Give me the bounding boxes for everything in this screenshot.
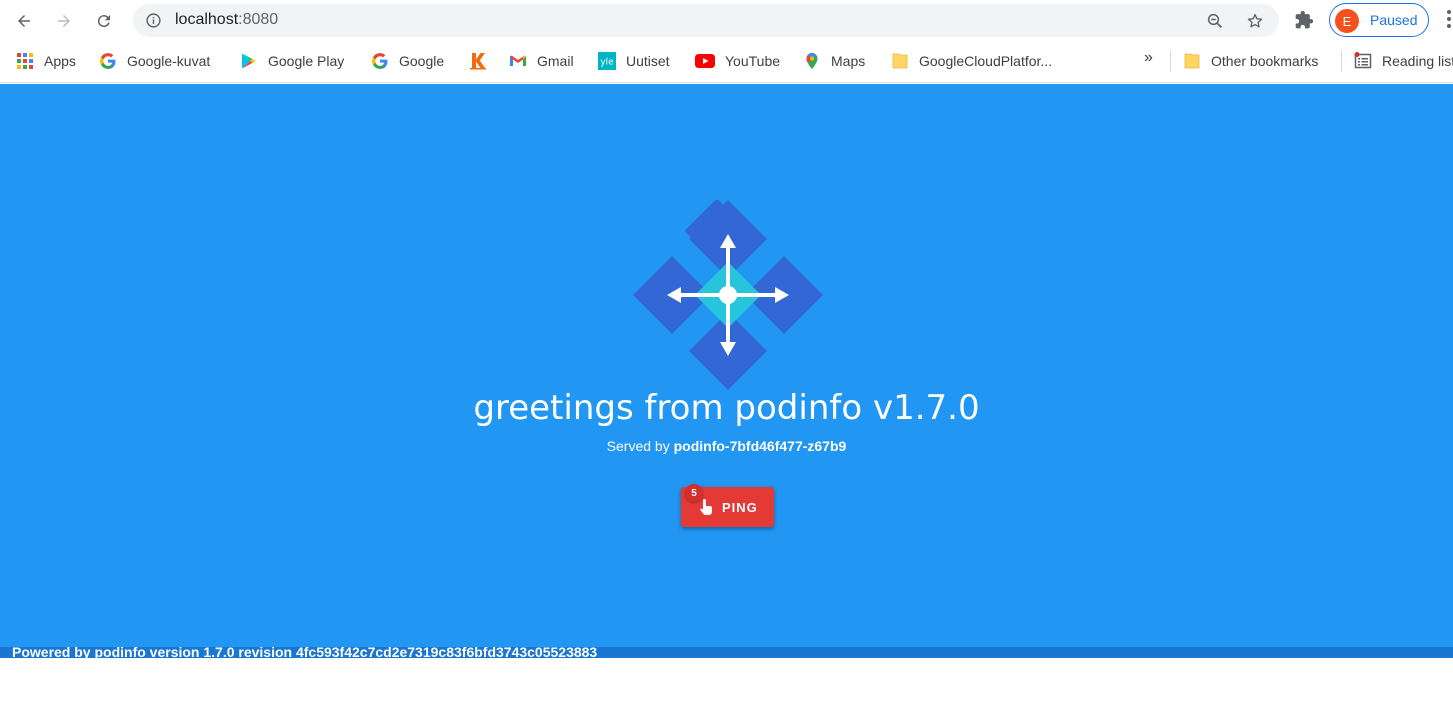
folder-icon xyxy=(1183,52,1201,70)
bookmarks-divider xyxy=(1170,50,1171,72)
page-title: greetings from podinfo v1.7.0 xyxy=(473,388,980,428)
bookmark-k[interactable] xyxy=(469,50,497,72)
ping-label: PING xyxy=(722,500,758,515)
extensions-puzzle-icon[interactable] xyxy=(1294,10,1314,30)
forward-button[interactable] xyxy=(49,6,79,36)
footer-text: Powered by podinfo version 1.7.0 revisio… xyxy=(12,644,598,660)
bookmark-google-kuvat[interactable]: Google-kuvat xyxy=(99,50,210,72)
k-logo-icon xyxy=(469,52,487,70)
bookmark-label: Uutiset xyxy=(626,53,670,69)
pod-hostname: podinfo-7bfd46f477-z67b9 xyxy=(673,438,847,454)
arrow-left-icon xyxy=(18,15,30,27)
avatar: E xyxy=(1335,9,1359,33)
zoom-icon[interactable] xyxy=(1206,12,1224,30)
reload-button[interactable] xyxy=(89,6,119,36)
folder-icon xyxy=(891,52,909,70)
arrow-right-icon xyxy=(58,15,70,27)
bookmark-gmail[interactable]: Gmail xyxy=(509,50,574,72)
ping-button[interactable]: PING 5 xyxy=(681,484,774,527)
browser-toolbar: localhost:8080 E Paused xyxy=(0,0,1453,41)
google-g-icon xyxy=(371,52,389,70)
url-port: :8080 xyxy=(238,11,279,28)
served-by-label: Served by xyxy=(606,438,670,454)
reading-list-button[interactable]: Reading list xyxy=(1354,50,1453,72)
more-menu-icon[interactable] xyxy=(1444,10,1453,30)
bookmark-google-play[interactable]: Google Play xyxy=(240,50,344,72)
yle-icon: yle xyxy=(598,52,616,70)
bookmark-label: GoogleCloudPlatfor... xyxy=(919,53,1053,69)
profile-status: Paused xyxy=(1370,12,1418,28)
ping-count-badge: 5 xyxy=(685,484,703,502)
bookmark-apps[interactable]: Apps xyxy=(16,50,76,72)
google-play-icon xyxy=(240,52,258,70)
bookmark-uutiset[interactable]: yle Uutiset xyxy=(598,50,670,72)
bookmark-label: Other bookmarks xyxy=(1211,53,1319,69)
bookmark-label: Google xyxy=(399,53,445,69)
site-info-icon[interactable] xyxy=(145,12,162,29)
profile-button[interactable]: E Paused xyxy=(1329,3,1429,37)
address-bar[interactable]: localhost:8080 xyxy=(133,4,1279,37)
maps-pin-icon xyxy=(803,52,821,70)
podinfo-page: greetings from podinfo v1.7.0 Served by … xyxy=(0,84,1453,647)
svg-text:yle: yle xyxy=(600,58,614,68)
bookmark-maps[interactable]: Maps xyxy=(803,50,865,72)
podinfo-logo-icon xyxy=(633,200,823,390)
url-host: localhost xyxy=(175,11,239,28)
bookmark-label: Maps xyxy=(831,53,866,69)
bookmark-google[interactable]: Google xyxy=(371,50,444,72)
apps-grid-icon xyxy=(16,52,34,70)
bookmark-label: Google Play xyxy=(268,53,345,69)
youtube-icon xyxy=(695,52,715,70)
back-button[interactable] xyxy=(9,6,39,36)
url-text: localhost:8080 xyxy=(175,11,278,29)
bookmark-label: Gmail xyxy=(537,53,574,69)
touch-hand-icon xyxy=(700,499,712,515)
bookmark-youtube[interactable]: YouTube xyxy=(695,50,780,72)
bookmark-label: Apps xyxy=(44,53,76,69)
reload-icon xyxy=(97,15,110,28)
other-bookmarks-folder[interactable]: Other bookmarks xyxy=(1183,50,1318,72)
bookmarks-divider xyxy=(1341,50,1342,72)
bookmark-star-icon[interactable] xyxy=(1246,12,1264,30)
bookmark-label: Google-kuvat xyxy=(127,53,211,69)
served-by-text: Served by podinfo-7bfd46f477-z67b9 xyxy=(0,438,1453,454)
gmail-icon xyxy=(509,52,527,70)
reading-list-icon xyxy=(1354,52,1372,70)
google-g-icon xyxy=(99,52,117,70)
bookmark-googlecloudplatform-folder[interactable]: GoogleCloudPlatfor... xyxy=(891,50,1052,72)
bookmark-label: YouTube xyxy=(725,53,781,69)
bookmarks-overflow-button[interactable]: » xyxy=(1144,49,1153,67)
bookmark-label: Reading list xyxy=(1382,53,1453,69)
